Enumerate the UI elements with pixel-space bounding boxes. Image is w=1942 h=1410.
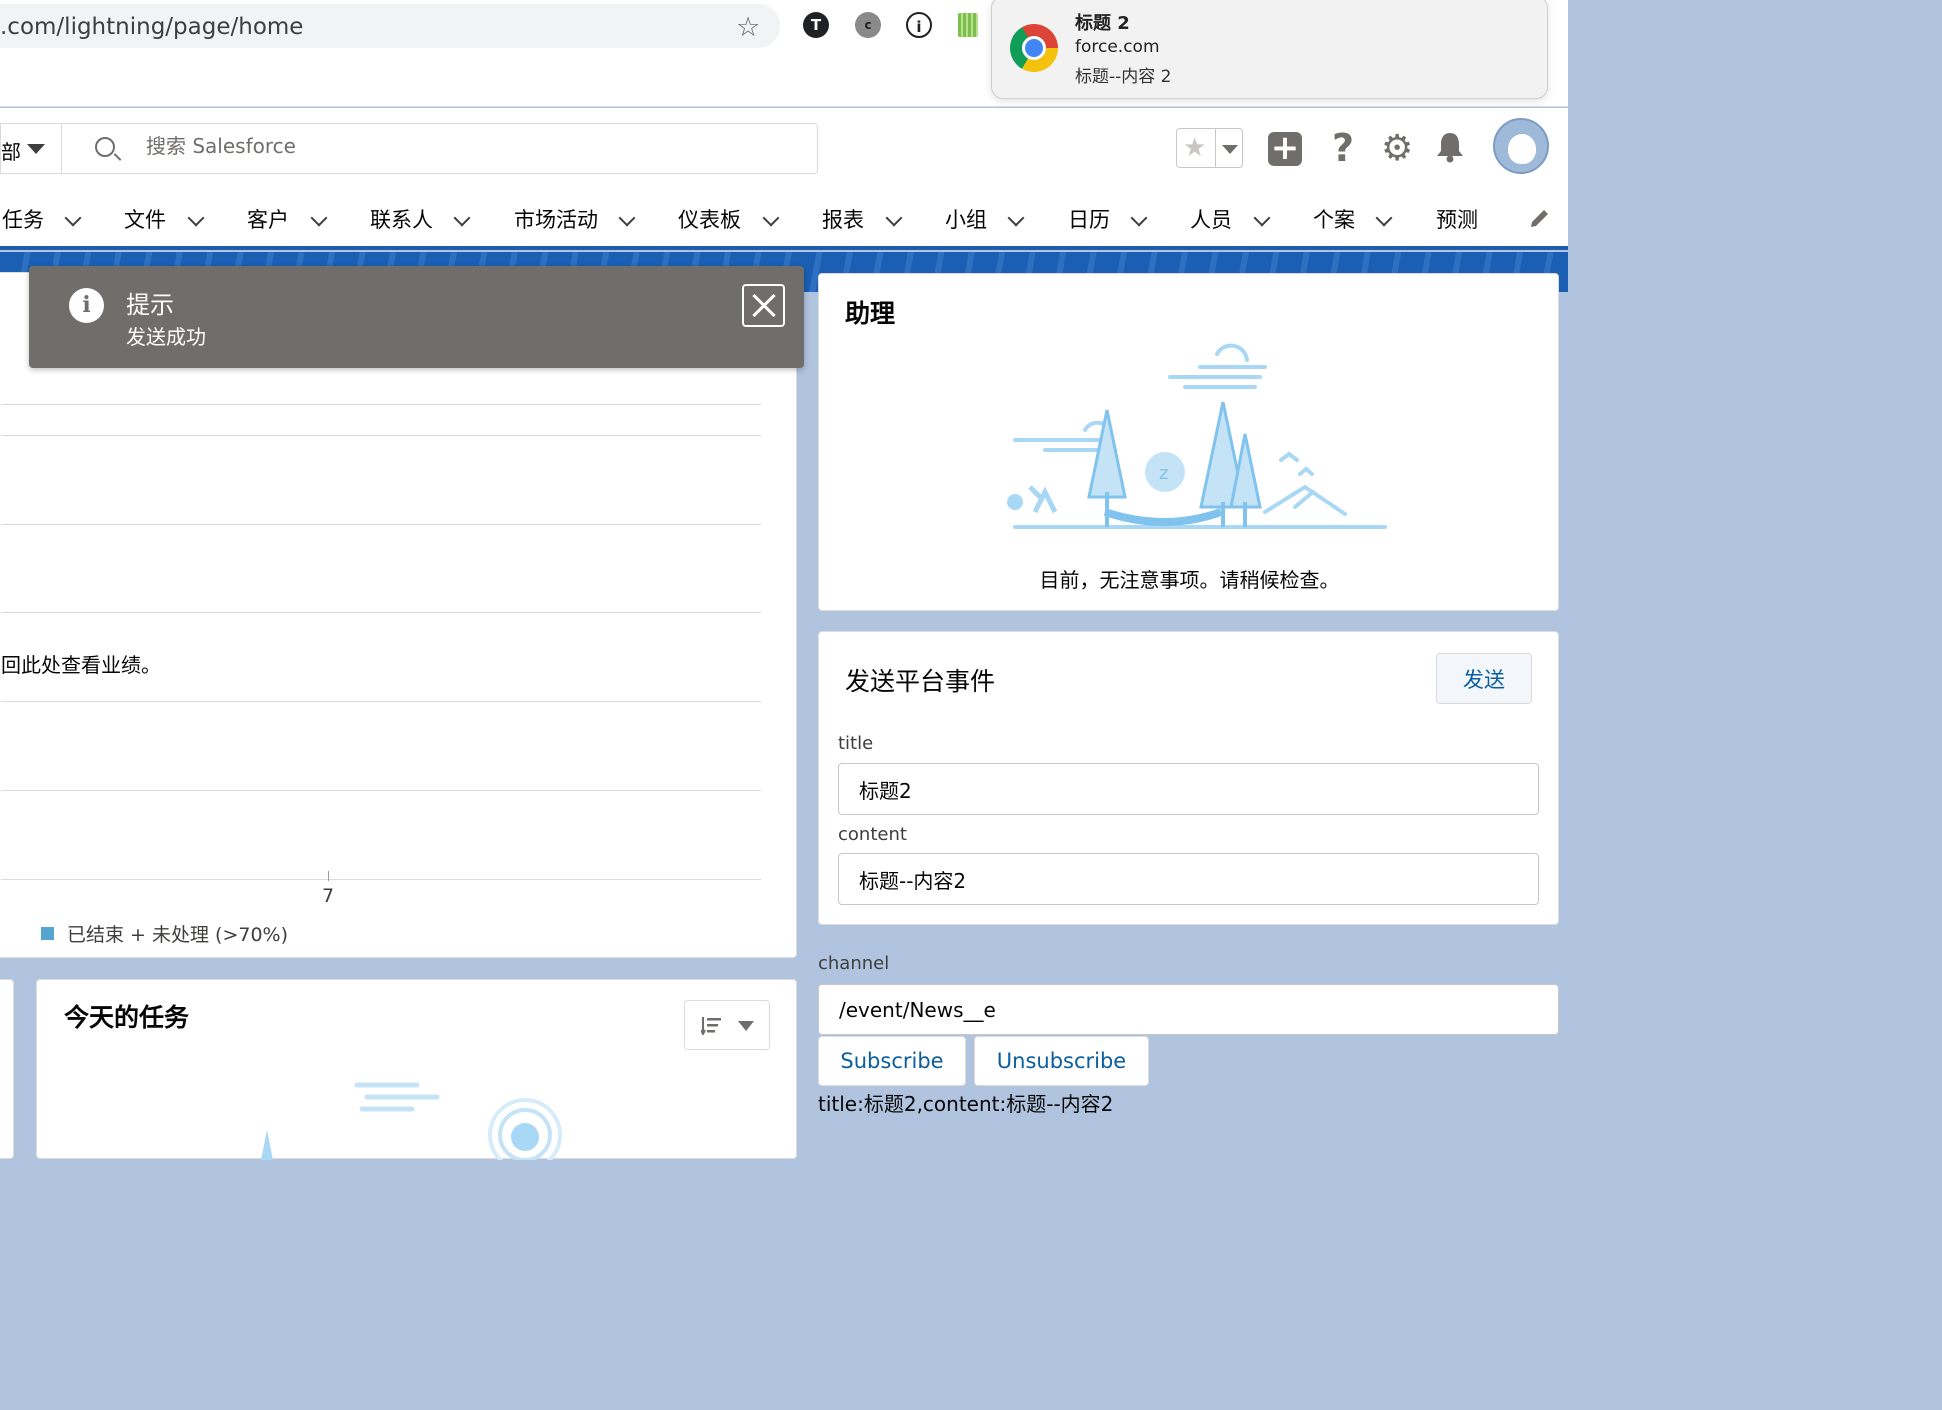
chart-gridline (1, 612, 761, 613)
chart-gridline (1, 404, 761, 405)
caret-down-icon (27, 144, 45, 154)
content-field[interactable] (838, 853, 1539, 905)
chevron-down-icon[interactable] (453, 209, 471, 227)
global-add-icon[interactable]: + (1268, 131, 1302, 166)
chart-tick-mark (328, 871, 329, 881)
favorite-star-icon[interactable]: ★ (1183, 133, 1206, 163)
nav-item-cases[interactable]: 个案 (1313, 204, 1355, 234)
nav-item-groups[interactable]: 小组 (945, 204, 987, 234)
toast-title: 提示 (126, 291, 174, 319)
search-scope-label: 部 (1, 140, 21, 164)
todays-tasks-card: 今天的任务 (36, 979, 797, 1160)
svg-text:z: z (1159, 463, 1168, 484)
performance-card: 回此处查看业绩。 7 已结束 + 未处理 (>70%) (0, 272, 797, 958)
chevron-down-icon[interactable] (1007, 209, 1025, 227)
toast-message: i 提示 发送成功 (29, 266, 804, 368)
send-button[interactable]: 发送 (1436, 653, 1532, 704)
close-icon[interactable] (742, 284, 785, 327)
avatar[interactable] (1493, 118, 1549, 174)
subscribe-button[interactable]: Subscribe (818, 1036, 966, 1086)
search-icon (95, 137, 115, 157)
bookmark-star-icon[interactable]: ☆ (736, 12, 760, 43)
assistant-empty-message: 目前，无注意事项。请稍候检查。 (1039, 568, 1340, 592)
card-edge (0, 979, 14, 1159)
favorites-caret-icon[interactable] (1222, 145, 1238, 154)
sort-dropdown-button[interactable] (684, 1000, 770, 1050)
sort-icon (701, 1017, 721, 1035)
favorites-button-group[interactable]: ★ (1176, 128, 1243, 168)
card-title: 发送平台事件 (845, 667, 996, 696)
nav-item-tasks[interactable]: 任务 (2, 204, 44, 234)
bell-icon[interactable] (1433, 130, 1467, 164)
extension-c-icon[interactable]: c (855, 12, 881, 38)
extension-t-icon[interactable]: T (803, 12, 829, 38)
unsubscribe-button[interactable]: Unsubscribe (974, 1036, 1149, 1086)
channel-field[interactable] (818, 984, 1559, 1035)
notification-body: 标题--内容 2 (1075, 67, 1172, 87)
extension-battery-icon[interactable] (958, 13, 978, 37)
help-icon[interactable]: ? (1332, 126, 1354, 170)
toast-body: 发送成功 (126, 325, 206, 349)
nav-item-campaigns[interactable]: 市场活动 (514, 204, 598, 234)
chrome-logo-icon (1010, 24, 1058, 72)
assistant-card: 助理 z 目前，无注意事项。请稍候检查。 (818, 273, 1559, 611)
global-search[interactable] (61, 123, 818, 174)
nav-item-reports[interactable]: 报表 (822, 204, 864, 234)
title-field[interactable] (838, 763, 1539, 815)
url-text[interactable]: .com/lightning/page/home (0, 14, 303, 40)
search-input[interactable] (146, 134, 746, 158)
chevron-down-icon[interactable] (1130, 209, 1148, 227)
platform-event-card: 发送平台事件 发送 title content (818, 631, 1559, 925)
card-title: 助理 (845, 299, 896, 328)
card-title: 今天的任务 (64, 1003, 190, 1032)
title-field-label: title (838, 733, 874, 754)
notification-title: 标题 2 (1075, 13, 1130, 34)
chart-tick-label: 7 (322, 885, 335, 907)
nav-item-calendar[interactable]: 日历 (1068, 204, 1110, 234)
nav-item-files[interactable]: 文件 (124, 204, 166, 234)
chevron-down-icon[interactable] (310, 209, 328, 227)
performance-message: 回此处查看业绩。 (1, 653, 161, 677)
nav-item-dashboards[interactable]: 仪表板 (678, 204, 741, 234)
caret-down-icon (738, 1021, 754, 1031)
channel-field-label: channel (818, 953, 890, 974)
chevron-down-icon[interactable] (187, 209, 205, 227)
chart-gridline (1, 790, 761, 791)
nav-bar: 任务 文件 客户 联系人 市场活动 仪表板 报表 小组 日历 人员 个案 预测 (0, 188, 1568, 250)
extension-info-icon[interactable]: i (906, 12, 932, 38)
astro-face-icon (1508, 134, 1536, 164)
chevron-down-icon[interactable] (64, 209, 82, 227)
search-scope-dropdown[interactable]: 部 (0, 123, 62, 174)
nav-item-contacts[interactable]: 联系人 (370, 204, 433, 234)
chevron-down-icon[interactable] (1375, 209, 1393, 227)
chevron-down-icon[interactable] (885, 209, 903, 227)
chart-gridline (1, 701, 761, 702)
content-field-label: content (838, 824, 907, 845)
chart-gridline (1, 435, 761, 436)
chart-axis-line (1, 879, 761, 880)
address-bar[interactable]: .com/lightning/page/home ☆ (0, 4, 780, 48)
chrome-notification[interactable]: 标题 2 force.com 标题--内容 2 (991, 0, 1548, 99)
nav-item-accounts[interactable]: 客户 (247, 204, 289, 234)
received-event-text: title:标题2,content:标题--内容2 (818, 1092, 1114, 1116)
empty-state-illustration: z (1007, 343, 1387, 529)
legend-swatch (41, 927, 54, 940)
nav-item-people[interactable]: 人员 (1190, 204, 1232, 234)
chevron-down-icon[interactable] (1253, 209, 1271, 227)
chevron-down-icon[interactable] (762, 209, 780, 227)
global-header: 部 ★ + ? ⚙ (0, 108, 1568, 188)
info-icon: i (69, 288, 104, 323)
favorites-divider (1215, 129, 1216, 167)
gear-icon[interactable]: ⚙ (1381, 128, 1413, 169)
legend-label: 已结束 + 未处理 (>70%) (67, 924, 289, 946)
nav-item-forecasts[interactable]: 预测 (1436, 204, 1478, 234)
tasks-illustration (261, 1082, 562, 1160)
notification-site: force.com (1075, 37, 1160, 57)
chart-gridline (1, 524, 761, 525)
chevron-down-icon[interactable] (618, 209, 636, 227)
pencil-icon[interactable] (1528, 206, 1552, 230)
